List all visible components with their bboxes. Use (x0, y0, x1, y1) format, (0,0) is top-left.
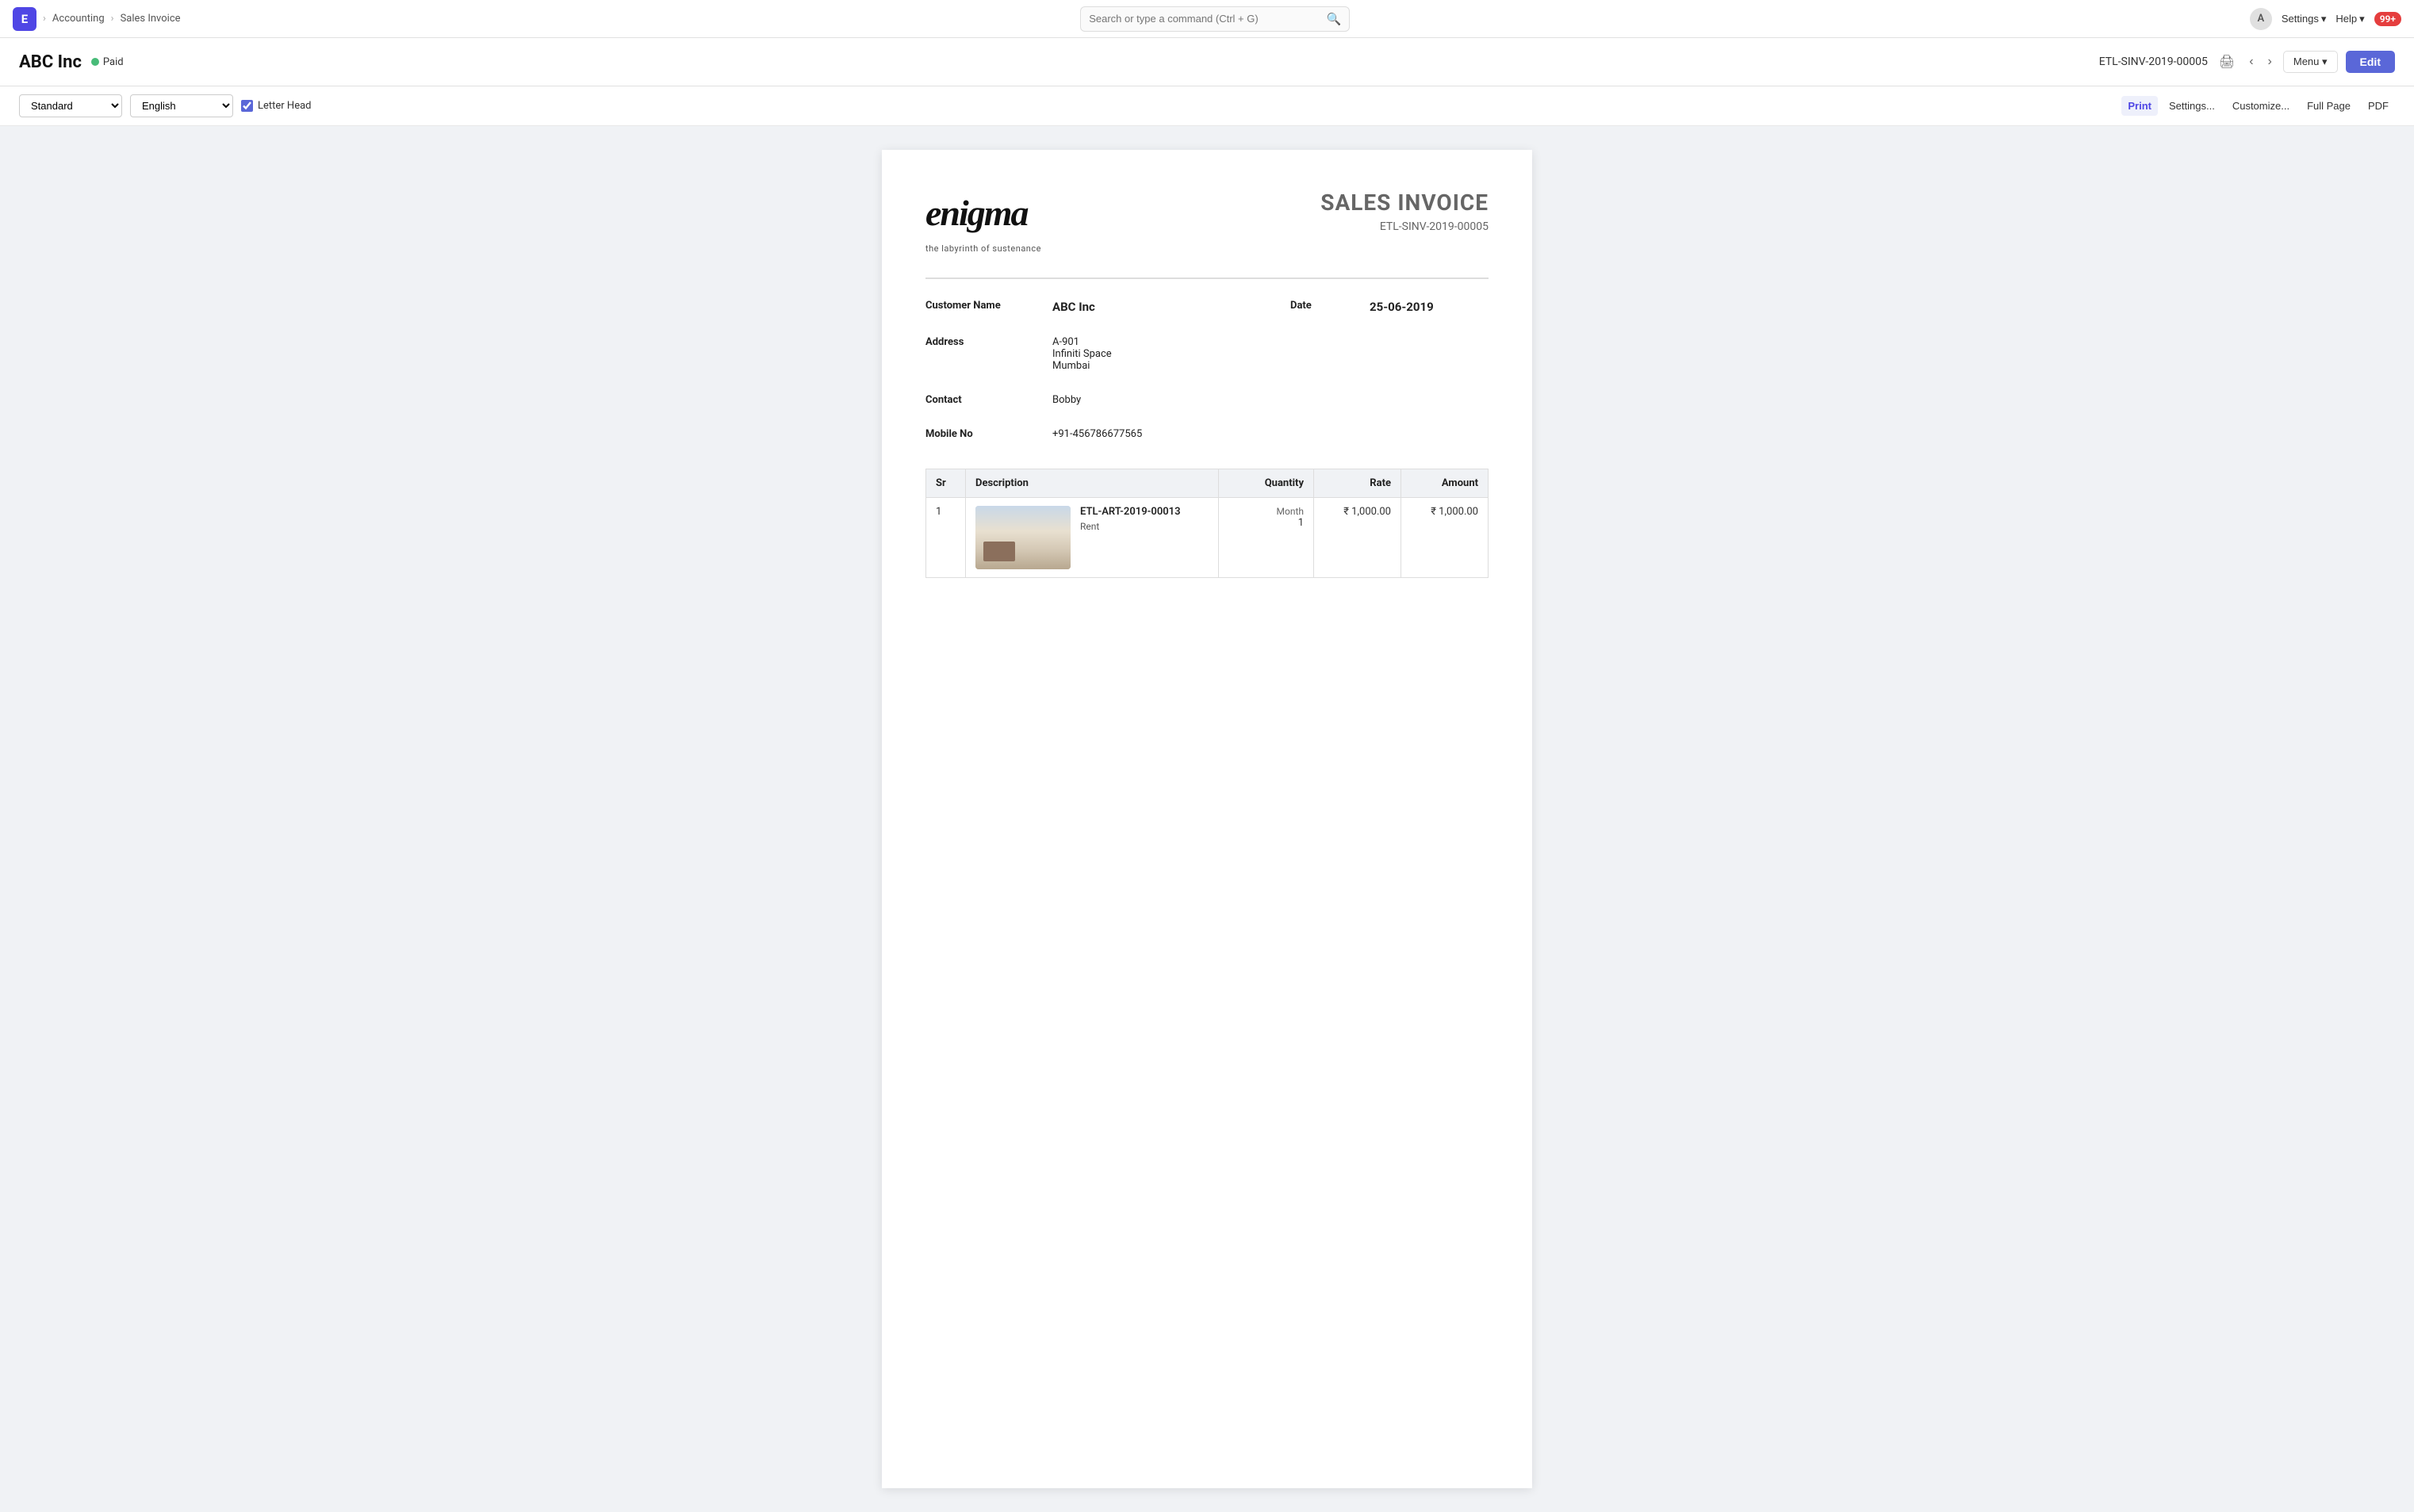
breadcrumb-sales-invoice[interactable]: Sales Invoice (121, 13, 181, 25)
customer-name-label: Customer Name (925, 295, 1052, 319)
divider (925, 278, 1489, 279)
navbar-left: E › Accounting › Sales Invoice (13, 7, 181, 31)
breadcrumb-accounting[interactable]: Accounting (52, 13, 105, 25)
settings-nav-label: Settings (2282, 13, 2319, 25)
invoice-main-title: SALES INVOICE (1320, 189, 1489, 216)
doc-title-area: ABC Inc Paid (19, 52, 124, 72)
full-page-button[interactable]: Full Page (2301, 96, 2357, 116)
cell-amount: ₹ 1,000.00 (1401, 498, 1489, 578)
status-label: Paid (103, 56, 124, 68)
item-text: ETL-ART-2019-00013 Rent (1080, 506, 1181, 532)
table-row: 1 (926, 498, 1489, 578)
edit-button[interactable]: Edit (2346, 51, 2395, 73)
item-desc-col: ETL-ART-2019-00013 Rent (975, 506, 1209, 569)
col-description: Description (966, 469, 1219, 498)
breadcrumb-sep-1: › (43, 13, 46, 25)
invoice-number: ETL-SINV-2019-00005 (1320, 220, 1489, 233)
status-badge: Paid (91, 56, 124, 68)
help-nav-button[interactable]: Help ▾ (2335, 13, 2364, 25)
next-icon-button[interactable]: › (2265, 52, 2275, 72)
breadcrumb-sep-2: › (111, 13, 114, 25)
search-input[interactable] (1089, 13, 1320, 25)
cell-sr: 1 (926, 498, 966, 578)
pdf-button[interactable]: PDF (2362, 96, 2395, 116)
navbar-right: A Settings ▾ Help ▾ 99+ (2250, 8, 2401, 30)
prev-icon-button[interactable]: ‹ (2246, 52, 2256, 72)
status-dot (91, 58, 99, 66)
toolbar: Standard English Letter Head Print Setti… (0, 86, 2414, 126)
customer-info: Customer Name ABC Inc Date 25-06-2019 Ad… (925, 295, 1489, 445)
table-header-row: Sr Description Quantity Rate Amount (926, 469, 1489, 498)
logo-svg: enigma (925, 189, 1052, 233)
format-select[interactable]: Standard (19, 94, 122, 117)
doc-actions: ETL-SINV-2019-00005 🖨 ‹ › Menu ▾ Edit (2099, 51, 2395, 73)
invoice-paper: enigma the labyrinth of sustenance SALES… (882, 150, 1532, 1488)
col-rate: Rate (1314, 469, 1401, 498)
toolbar-right: Print Settings... Customize... Full Page… (2121, 96, 2395, 116)
room-image-svg (975, 506, 1071, 569)
avatar: A (2250, 8, 2272, 30)
letter-head-checkbox-label[interactable]: Letter Head (241, 100, 312, 112)
quantity-unit: Month (1228, 506, 1304, 517)
language-select[interactable]: English (130, 94, 233, 117)
doc-title: ABC Inc (19, 52, 82, 72)
print-button[interactable]: Print (2121, 96, 2158, 116)
menu-chevron-icon: ▾ (2322, 56, 2328, 67)
customer-name-value: ABC Inc (1052, 295, 1290, 319)
col-amount: Amount (1401, 469, 1489, 498)
item-image (975, 506, 1071, 569)
mobile-label: Mobile No (925, 423, 1052, 445)
col-sr: Sr (926, 469, 966, 498)
help-chevron-icon: ▾ (2359, 13, 2365, 25)
letter-head-checkbox[interactable] (241, 100, 253, 112)
app-icon[interactable]: E (13, 7, 36, 31)
address-value: A-901 Infiniti Space Mumbai (1052, 331, 1290, 377)
notification-badge[interactable]: 99+ (2374, 12, 2401, 26)
logo-tagline: the labyrinth of sustenance (925, 243, 1052, 254)
date-label: Date (1290, 295, 1370, 319)
doc-header: ABC Inc Paid ETL-SINV-2019-00005 🖨 ‹ › M… (0, 38, 2414, 86)
items-table: Sr Description Quantity Rate Amount 1 (925, 469, 1489, 578)
doc-id: ETL-SINV-2019-00005 (2099, 56, 2208, 68)
logo-text: enigma (925, 189, 1052, 240)
navbar: E › Accounting › Sales Invoice 🔍 A Setti… (0, 0, 2414, 38)
menu-label: Menu (2293, 56, 2320, 67)
settings-button[interactable]: Settings... (2163, 96, 2221, 116)
letter-head-label: Letter Head (258, 100, 312, 112)
cell-quantity: Month 1 (1219, 498, 1314, 578)
settings-nav-button[interactable]: Settings ▾ (2282, 13, 2327, 25)
search-icon: 🔍 (1327, 12, 1342, 26)
svg-text:enigma: enigma (925, 193, 1029, 233)
main-content: enigma the labyrinth of sustenance SALES… (0, 126, 2414, 1512)
settings-chevron-icon: ▾ (2321, 13, 2327, 25)
print-icon-button[interactable]: 🖨 (2216, 51, 2238, 73)
menu-button[interactable]: Menu ▾ (2283, 51, 2338, 73)
address-label: Address (925, 331, 1052, 377)
invoice-title-area: SALES INVOICE ETL-SINV-2019-00005 (1320, 189, 1489, 233)
contact-value: Bobby (1052, 389, 1290, 411)
search-bar[interactable]: 🔍 (1080, 6, 1350, 32)
invoice-top: enigma the labyrinth of sustenance SALES… (925, 189, 1489, 254)
date-value: 25-06-2019 (1370, 295, 1489, 319)
quantity-value: 1 (1228, 517, 1304, 529)
item-code: ETL-ART-2019-00013 (1080, 506, 1181, 518)
cell-description: ETL-ART-2019-00013 Rent (966, 498, 1219, 578)
contact-label: Contact (925, 389, 1052, 411)
help-nav-label: Help (2335, 13, 2357, 25)
mobile-value: +91-456786677565 (1052, 423, 1290, 445)
navbar-center: 🔍 (181, 6, 2250, 32)
customize-button[interactable]: Customize... (2226, 96, 2296, 116)
item-name: Rent (1080, 521, 1181, 532)
logo-area: enigma the labyrinth of sustenance (925, 189, 1052, 254)
cell-rate: ₹ 1,000.00 (1314, 498, 1401, 578)
col-quantity: Quantity (1219, 469, 1314, 498)
